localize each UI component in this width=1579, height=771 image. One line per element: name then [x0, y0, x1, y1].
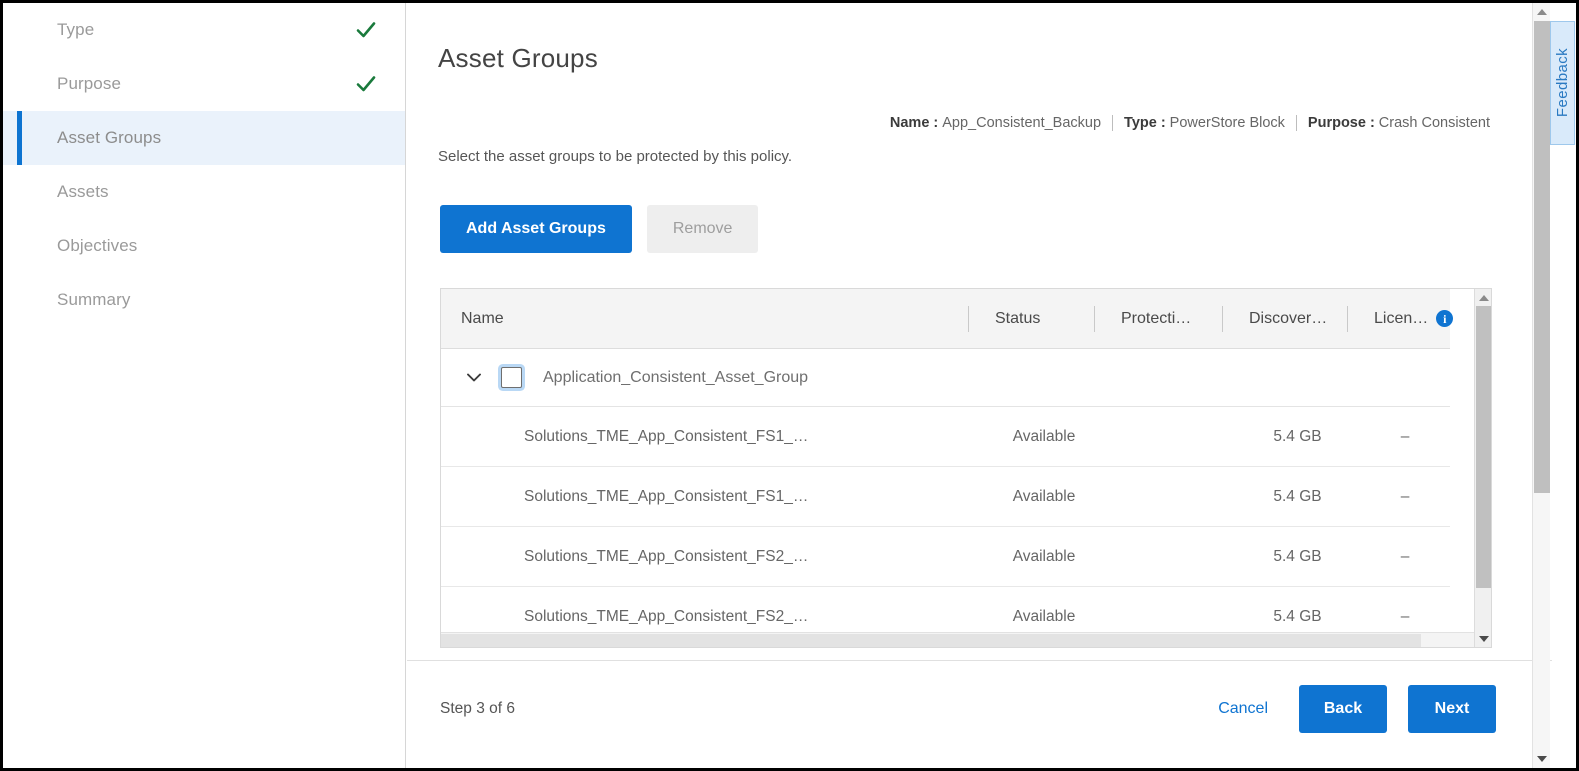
- wizard-steps-sidebar: Type Purpose Asset Groups Assets Objecti…: [3, 3, 406, 768]
- sidebar-item-label: Assets: [57, 182, 109, 201]
- cell-status: Available: [1012, 547, 1076, 565]
- sidebar-item-objectives[interactable]: Objectives: [3, 219, 405, 273]
- check-icon: [355, 73, 377, 95]
- page-vertical-scrollbar-thumb[interactable]: [1534, 21, 1550, 493]
- table-header-row: Name Status Protecti… Discover… Licen… i: [441, 289, 1454, 349]
- footer-divider: [407, 660, 1552, 661]
- app-window: Type Purpose Asset Groups Assets Objecti…: [0, 0, 1579, 771]
- cell-name: Solutions_TME_App_Consistent_FS2_…: [524, 547, 809, 565]
- sidebar-item-purpose[interactable]: Purpose: [3, 57, 405, 111]
- scroll-up-icon[interactable]: [1475, 289, 1491, 306]
- page-vertical-scrollbar[interactable]: [1532, 3, 1550, 768]
- sidebar-item-asset-groups[interactable]: Asset Groups: [3, 111, 405, 165]
- meta-purpose-key: Purpose: [1307, 115, 1366, 131]
- column-header-protection[interactable]: Protecti…: [1094, 305, 1235, 333]
- sidebar-item-label: Asset Groups: [57, 128, 162, 147]
- meta-type: Type: PowerStore Block: [1112, 115, 1296, 131]
- group-select-checkbox[interactable]: [501, 367, 522, 388]
- meta-name: Name: App_Consistent_Backup: [889, 115, 1102, 131]
- meta-purpose: Purpose: Crash Consistent: [1295, 115, 1490, 131]
- table-horizontal-scrollbar[interactable]: [441, 632, 1476, 647]
- cell-license: –: [1400, 547, 1410, 565]
- content-panel: Asset Groups Name: App_Consistent_Backup…: [407, 3, 1552, 768]
- meta-type-key: Type: [1124, 115, 1157, 131]
- page-scroll-up-icon[interactable]: [1533, 3, 1551, 21]
- sidebar-item-label: Purpose: [57, 74, 122, 93]
- cell-license: –: [1400, 607, 1410, 625]
- page-subtitle: Select the asset groups to be protected …: [438, 148, 793, 165]
- sidebar-item-assets[interactable]: Assets: [3, 165, 405, 219]
- cell-license: –: [1400, 487, 1410, 505]
- cell-status: Available: [1012, 487, 1076, 505]
- sidebar-item-label: Summary: [57, 290, 131, 309]
- page-title: Asset Groups: [438, 43, 598, 73]
- column-header-license[interactable]: Licen… i: [1347, 305, 1454, 333]
- next-button[interactable]: Next: [1408, 685, 1496, 733]
- page-scroll-down-icon[interactable]: [1533, 750, 1551, 768]
- feedback-tab-label: Feedback: [1554, 48, 1571, 118]
- remove-button: Remove: [646, 205, 759, 253]
- column-header-status[interactable]: Status: [968, 305, 1107, 333]
- sidebar-item-type[interactable]: Type: [3, 3, 405, 57]
- cell-name: Solutions_TME_App_Consistent_FS2_…: [524, 607, 809, 625]
- meta-name-value: App_Consistent_Backup: [942, 115, 1102, 131]
- column-header-discovered[interactable]: Discover…: [1222, 305, 1360, 333]
- meta-purpose-value: Crash Consistent: [1378, 115, 1490, 131]
- info-icon[interactable]: i: [1436, 310, 1454, 327]
- cell-discovered: 5.4 GB: [1273, 547, 1322, 565]
- table-row[interactable]: Solutions_TME_App_Consistent_FS2_… Avail…: [441, 527, 1450, 587]
- column-header-name[interactable]: Name: [441, 305, 981, 333]
- add-asset-groups-button[interactable]: Add Asset Groups: [440, 205, 632, 253]
- step-indicator: Step 3 of 6: [440, 700, 515, 717]
- sidebar-item-summary[interactable]: Summary: [3, 273, 405, 327]
- asset-group-name: Application_Consistent_Asset_Group: [543, 368, 809, 386]
- feedback-tab[interactable]: Feedback: [1550, 21, 1575, 145]
- cell-discovered: 5.4 GB: [1273, 607, 1322, 625]
- column-header-license-label: Licen…: [1374, 309, 1429, 327]
- sidebar-item-label: Type: [57, 20, 95, 39]
- cell-name: Solutions_TME_App_Consistent_FS1_…: [524, 487, 809, 505]
- asset-group-row[interactable]: Application_Consistent_Asset_Group: [441, 349, 1450, 407]
- check-icon: [355, 19, 377, 41]
- cell-license: –: [1400, 427, 1410, 445]
- cell-discovered: 5.4 GB: [1273, 427, 1322, 445]
- asset-groups-table: Name Status Protecti… Discover… Licen… i…: [440, 288, 1492, 648]
- table-toolbar: Add Asset Groups Remove: [440, 205, 759, 253]
- cancel-button[interactable]: Cancel: [1208, 700, 1278, 718]
- cell-discovered: 5.4 GB: [1273, 487, 1322, 505]
- meta-name-key: Name: [889, 115, 930, 131]
- scroll-down-icon[interactable]: [1475, 630, 1491, 647]
- table-row[interactable]: Solutions_TME_App_Consistent_FS1_… Avail…: [441, 467, 1450, 527]
- chevron-down-icon[interactable]: [465, 369, 483, 387]
- wizard-footer-buttons: Cancel Back Next: [1208, 685, 1496, 733]
- table-row[interactable]: Solutions_TME_App_Consistent_FS1_… Avail…: [441, 407, 1450, 467]
- table-horizontal-scrollbar-thumb[interactable]: [441, 634, 1421, 647]
- table-vertical-scrollbar-thumb[interactable]: [1476, 306, 1491, 588]
- table-body-region: Name Status Protecti… Discover… Licen… i…: [441, 289, 1476, 647]
- back-button[interactable]: Back: [1299, 685, 1387, 733]
- cell-name: Solutions_TME_App_Consistent_FS1_…: [524, 427, 809, 445]
- sidebar-item-label: Objectives: [57, 236, 138, 255]
- cell-status: Available: [1012, 427, 1076, 445]
- table-vertical-scrollbar[interactable]: [1474, 289, 1491, 647]
- meta-type-value: PowerStore Block: [1169, 115, 1285, 131]
- policy-summary-line: Name: App_Consistent_Backup Type: PowerS…: [890, 115, 1490, 131]
- cell-status: Available: [1012, 607, 1076, 625]
